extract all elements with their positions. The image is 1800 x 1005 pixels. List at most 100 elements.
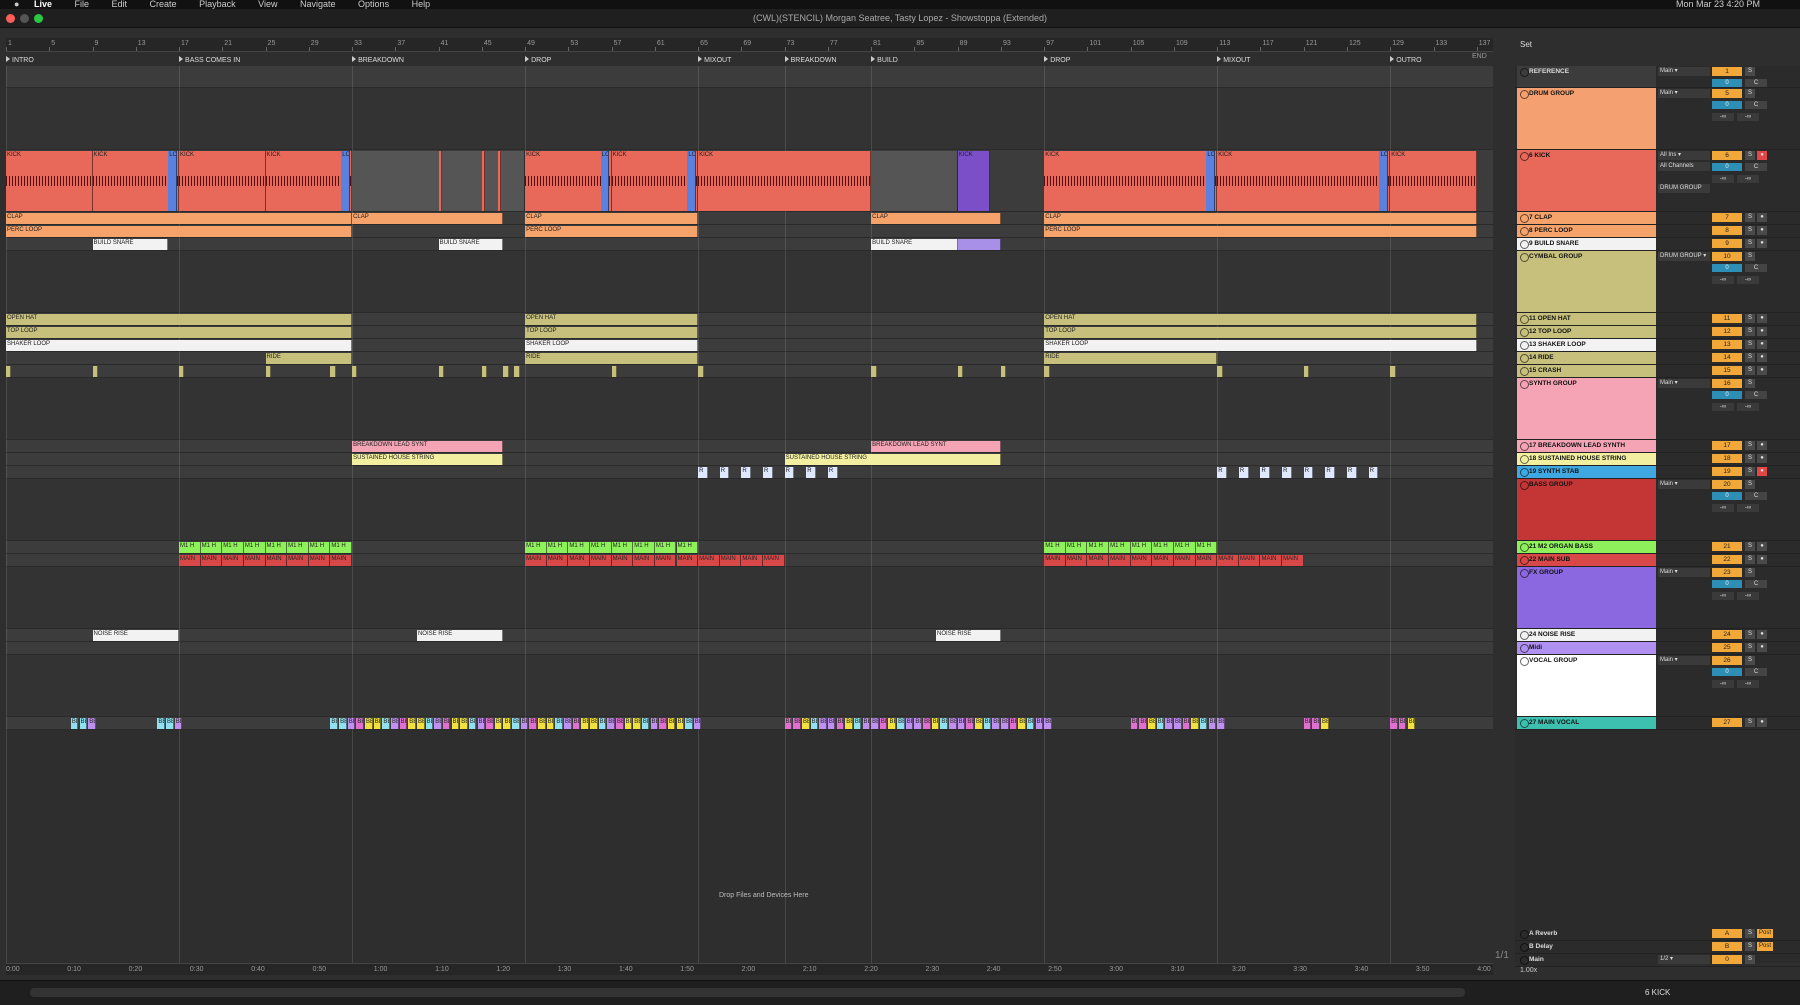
solo-button[interactable]: S — [1745, 366, 1755, 375]
arm-button[interactable]: ● — [1757, 226, 1767, 235]
solo-button[interactable]: S — [1745, 213, 1755, 222]
output-routing[interactable]: DRUM GROUP ▾ — [1658, 252, 1710, 261]
clip[interactable]: BE — [451, 718, 460, 729]
clip[interactable]: BE — [784, 718, 793, 729]
clip[interactable]: PERC LOOP — [6, 226, 353, 237]
clip[interactable]: MAIN — [330, 555, 353, 566]
track-activator[interactable]: 1 — [1712, 67, 1742, 76]
arm-button[interactable]: ● — [1757, 327, 1767, 336]
track-name[interactable]: 27 MAIN VOCAL — [1517, 717, 1656, 729]
track-activator[interactable]: 15 — [1712, 366, 1742, 375]
clip[interactable]: RIDE — [525, 353, 699, 364]
volume-field[interactable]: 0 — [1712, 101, 1742, 109]
clip[interactable]: BE — [650, 718, 659, 729]
clip[interactable]: MAIN — [633, 555, 655, 566]
post-button[interactable]: Post — [1757, 942, 1773, 951]
arm-button[interactable]: ● — [1757, 151, 1767, 160]
clip[interactable]: NOISE RISE — [416, 630, 504, 641]
clip[interactable]: BE — [520, 718, 529, 729]
track-header[interactable]: B Delay B S Post — [1515, 941, 1800, 954]
send-a-field[interactable]: -∞ — [1712, 680, 1734, 688]
send-b-field[interactable]: -∞ — [1737, 403, 1759, 411]
clip[interactable]: R — [1325, 467, 1336, 478]
clip[interactable]: M1 H — [1152, 542, 1174, 553]
solo-button[interactable]: S — [1745, 314, 1755, 323]
clip[interactable]: R — [1238, 467, 1249, 478]
clip[interactable]: BE — [685, 718, 693, 729]
clip[interactable]: MAIN — [719, 555, 742, 566]
clip[interactable]: MAIN — [287, 555, 309, 566]
clip[interactable]: LO — [341, 151, 350, 211]
clip[interactable]: BE — [434, 718, 442, 729]
clip[interactable]: BE — [399, 718, 408, 729]
menu-edit[interactable]: Edit — [112, 0, 128, 9]
clip[interactable] — [871, 151, 958, 211]
clip[interactable]: SUSTAINED HOUSE STRING — [352, 454, 504, 465]
send-b-field[interactable]: -∞ — [1737, 113, 1759, 121]
clip[interactable]: M1 H — [287, 542, 309, 553]
clip[interactable]: MAIN — [1087, 555, 1110, 566]
clip[interactable]: BE — [70, 718, 79, 729]
clip[interactable]: M1 H — [676, 542, 699, 553]
clip[interactable]: R — [1260, 467, 1271, 478]
track-activator[interactable]: 21 — [1712, 542, 1742, 551]
track-lane[interactable] — [6, 453, 1493, 466]
track-name[interactable]: 12 TOP LOOP — [1517, 326, 1656, 338]
track-activator[interactable]: 8 — [1712, 226, 1742, 235]
clip[interactable]: BE — [1407, 718, 1416, 729]
solo-button[interactable]: S — [1745, 955, 1755, 964]
clip[interactable]: BE — [356, 718, 364, 729]
track-header[interactable]: 6 KICK All Ins ▾ All Channels DRUM GROUP 6 S ●… — [1515, 150, 1800, 212]
clip[interactable]: BE — [845, 718, 853, 729]
clip[interactable] — [498, 151, 502, 211]
clip[interactable]: BE — [468, 718, 477, 729]
track-activator[interactable]: 14 — [1712, 353, 1742, 362]
output-routing[interactable]: Main ▾ — [1658, 568, 1710, 577]
arm-button[interactable]: ● — [1757, 353, 1767, 362]
solo-button[interactable]: S — [1745, 67, 1755, 76]
clip[interactable]: KICK — [92, 151, 180, 211]
clip[interactable]: BE — [615, 718, 624, 729]
clip[interactable]: M1 H — [308, 542, 331, 553]
clip[interactable]: BE — [801, 718, 810, 729]
track-name[interactable]: 24 NOISE RISE — [1517, 629, 1656, 641]
clip[interactable]: M1 H — [1065, 542, 1088, 553]
clip[interactable]: PERC LOOP — [1044, 226, 1477, 237]
track-lane[interactable] — [6, 642, 1493, 655]
post-button[interactable]: Post — [1757, 929, 1773, 938]
clip[interactable]: BE — [330, 718, 338, 729]
clip[interactable]: BE — [1148, 718, 1156, 729]
clip[interactable]: BE — [365, 718, 373, 729]
send-b-field[interactable]: -∞ — [1737, 504, 1759, 512]
clip[interactable]: BE — [853, 718, 862, 729]
clip[interactable]: M1 H — [179, 542, 201, 553]
input-channel[interactable]: All Channels — [1658, 162, 1710, 171]
track-activator[interactable]: 7 — [1712, 213, 1742, 222]
send-b-field[interactable]: -∞ — [1737, 592, 1759, 600]
track-lane[interactable] — [6, 251, 1493, 313]
clip[interactable]: BE — [572, 718, 581, 729]
clip[interactable]: BE — [1321, 718, 1329, 729]
clip[interactable]: M1 H — [200, 542, 223, 553]
solo-button[interactable]: S — [1745, 568, 1755, 577]
clip[interactable]: LO — [687, 151, 696, 211]
set-button[interactable]: Set — [1520, 40, 1532, 49]
arm-button[interactable]: ● — [1757, 542, 1767, 551]
clip[interactable]: BE — [88, 718, 96, 729]
clip[interactable]: MAIN — [568, 555, 590, 566]
locator[interactable]: OUTRO — [1390, 56, 1421, 64]
track-header[interactable]: VOCAL GROUP Main ▾ 26 S 0 C -∞ -∞ — [1515, 655, 1800, 717]
clip[interactable]: BE — [810, 718, 819, 729]
track-name[interactable]: VOCAL GROUP — [1517, 655, 1656, 716]
clip[interactable]: MAIN — [611, 555, 634, 566]
menu-create[interactable]: Create — [150, 0, 177, 9]
clip[interactable]: BE — [339, 718, 347, 729]
clip[interactable]: R — [741, 467, 752, 478]
solo-button[interactable]: S — [1745, 718, 1755, 727]
clip[interactable]: BE — [888, 718, 897, 729]
clip[interactable]: BE — [827, 718, 836, 729]
clip[interactable] — [1217, 366, 1223, 377]
clip[interactable]: BE — [693, 718, 702, 729]
clip[interactable]: BUILD SNARE — [871, 239, 958, 250]
clip[interactable]: CLAP — [1044, 213, 1477, 224]
